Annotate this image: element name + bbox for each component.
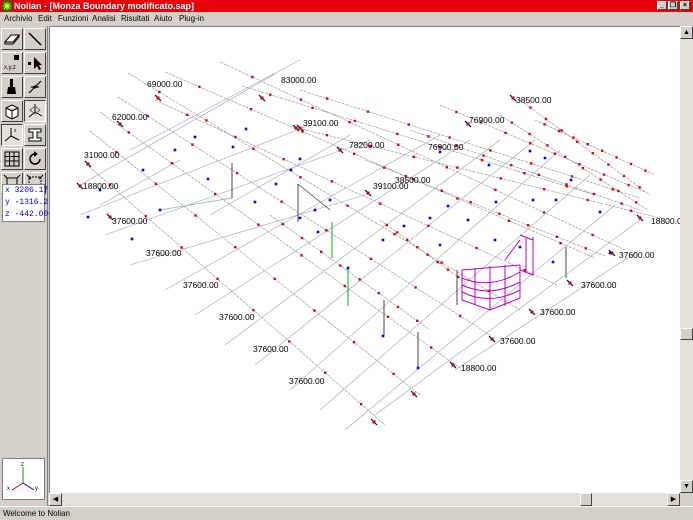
dimension-label: 37600.00	[219, 312, 255, 322]
dimension-label: 69000.00	[147, 79, 183, 89]
dimension-label: 37600.00	[112, 216, 148, 226]
dimension-label: 38500.00	[516, 95, 552, 105]
dimension-label: 37600.00	[253, 344, 289, 354]
grid-icon	[4, 151, 20, 167]
eraser-icon	[3, 34, 21, 45]
tool-eraser[interactable]	[1, 28, 23, 50]
xyz-node-icon: x,y,z	[4, 55, 19, 71]
tool-node-coords[interactable]: x,y,z	[1, 52, 23, 74]
svg-text:x,y,z: x,y,z	[4, 65, 16, 71]
svg-text:z: z	[14, 128, 17, 134]
menu-aiuto[interactable]: Aiuto	[154, 13, 172, 24]
cube-icon	[5, 104, 19, 120]
left-toolbar: x,y,z z x 3206.17 y -1316.28 z -442.000	[0, 26, 54, 506]
dimension-label: 83000.00	[281, 75, 317, 85]
scroll-up-icon[interactable]: ▲	[680, 26, 693, 39]
app-icon	[2, 1, 12, 11]
scroll-right-icon[interactable]: ▶	[667, 493, 680, 506]
status-bar: Welcome to Nolian	[0, 506, 693, 520]
scroll-down-icon[interactable]: ▼	[680, 480, 693, 493]
tool-axes[interactable]: z	[1, 124, 23, 146]
coord-z: z -442.000	[5, 210, 54, 219]
crosshair-icon	[28, 80, 42, 94]
dimension-label: 76900.00	[469, 115, 505, 125]
structure-model-drawing[interactable]: 69000.00 83000.00 62000.00 39100.00 78200.00…	[50, 27, 680, 493]
dimension-label: 39100.00	[373, 181, 409, 191]
menu-archivio[interactable]: Archivio	[4, 13, 32, 24]
tool-solid[interactable]	[1, 100, 23, 122]
coord-y: y -1316.28	[5, 198, 54, 207]
tool-select[interactable]	[24, 52, 46, 74]
horizontal-scrollbar[interactable]: ◀ ▶	[49, 493, 680, 506]
vertical-scroll-thumb[interactable]	[680, 328, 693, 340]
dimension-label: 18800.00	[83, 181, 119, 191]
tool-snap[interactable]	[24, 76, 46, 98]
dimension-label: 78200.00	[349, 140, 385, 150]
coord-x: x 3206.17	[5, 186, 49, 195]
close-button[interactable]: ×	[680, 1, 690, 10]
dimension-label: 37600.00	[289, 376, 325, 386]
tool-rotate[interactable]	[24, 148, 46, 170]
dimension-label: 76900.00	[428, 142, 464, 152]
horizontal-scroll-thumb[interactable]	[580, 493, 592, 506]
dimension-label: 31000.00	[84, 150, 120, 160]
tool-section[interactable]	[24, 124, 46, 146]
window-title: Nolian - [Monza Boundary modificato.sap]	[14, 1, 195, 11]
dimension-label: 37600.00	[500, 336, 536, 346]
menu-edit[interactable]: Edit	[38, 13, 52, 24]
axis-x-label: x	[7, 486, 10, 492]
line-icon	[28, 32, 42, 46]
pointer-icon	[28, 57, 42, 70]
vertical-scrollbar[interactable]: ▲ ▼	[680, 26, 693, 493]
dimension-label: 37600.00	[183, 280, 219, 290]
tool-perspective[interactable]	[24, 100, 46, 122]
menu-analisi[interactable]: Analisi	[92, 13, 116, 24]
dimension-label: 37600.00	[146, 248, 182, 258]
i-beam-icon	[28, 128, 42, 142]
scrollbar-corner	[680, 493, 693, 506]
axis-y-label: y	[35, 486, 38, 492]
axes-icon: z	[4, 128, 20, 142]
dimension-label: 62000.00	[112, 112, 148, 122]
dimension-label: 39100.00	[303, 118, 339, 128]
menu-plugin[interactable]: Plug-in	[179, 13, 204, 24]
dimension-label: 18800.00	[461, 363, 497, 373]
coordinate-readout: x 3206.17 y -1316.28 z -442.000	[2, 184, 54, 222]
minimize-button[interactable]: _	[657, 1, 667, 10]
rotate-icon	[29, 151, 41, 165]
perspective-axes-icon	[28, 104, 43, 118]
model-viewport[interactable]: 69000.00 83000.00 62000.00 39100.00 78200.00…	[49, 26, 680, 493]
axis-triad: z x y	[2, 458, 45, 500]
dimension-label: 18800.0	[651, 216, 680, 226]
menu-risultati[interactable]: Risultati	[121, 13, 149, 24]
scroll-left-icon[interactable]: ◀	[49, 493, 62, 506]
tool-line[interactable]	[24, 28, 46, 50]
dimension-label: 37600.00	[619, 250, 655, 260]
axis-z-label: z	[21, 462, 24, 468]
dimension-label: 37600.00	[540, 307, 576, 317]
menu-bar: Archivio Edit Funzioni Analisi Risultati…	[0, 12, 693, 25]
status-text: Welcome to Nolian	[3, 509, 70, 518]
restore-button[interactable]: ❐	[668, 1, 678, 10]
title-bar: Nolian - [Monza Boundary modificato.sap]…	[0, 0, 693, 12]
menu-funzioni[interactable]: Funzioni	[58, 13, 88, 24]
tool-grid[interactable]	[1, 148, 23, 170]
paintbrush-icon	[7, 79, 16, 94]
dimension-label: 37600.00	[581, 280, 617, 290]
tool-paint[interactable]	[1, 76, 23, 98]
